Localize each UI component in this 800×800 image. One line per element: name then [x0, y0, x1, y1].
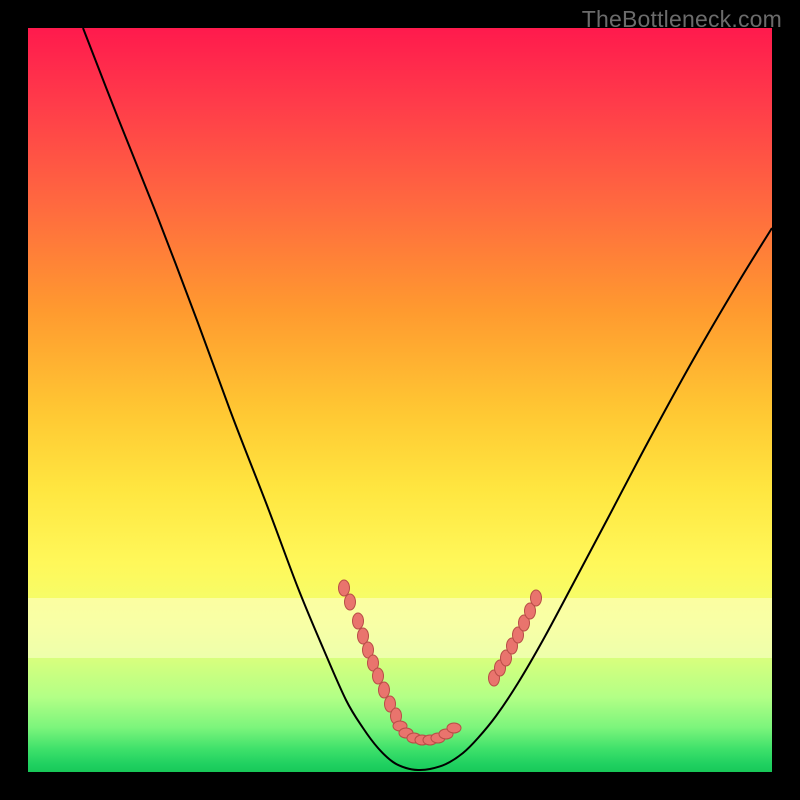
bottleneck-curve — [83, 28, 772, 770]
data-dot — [339, 580, 350, 596]
data-dot — [353, 613, 364, 629]
data-dot — [373, 668, 384, 684]
data-dot — [345, 594, 356, 610]
data-dot — [379, 682, 390, 698]
dots-bottom — [393, 721, 461, 745]
data-dot — [447, 723, 461, 733]
data-dot — [531, 590, 542, 606]
chart-svg — [28, 28, 772, 772]
data-dot — [358, 628, 369, 644]
dots-right — [489, 590, 542, 686]
